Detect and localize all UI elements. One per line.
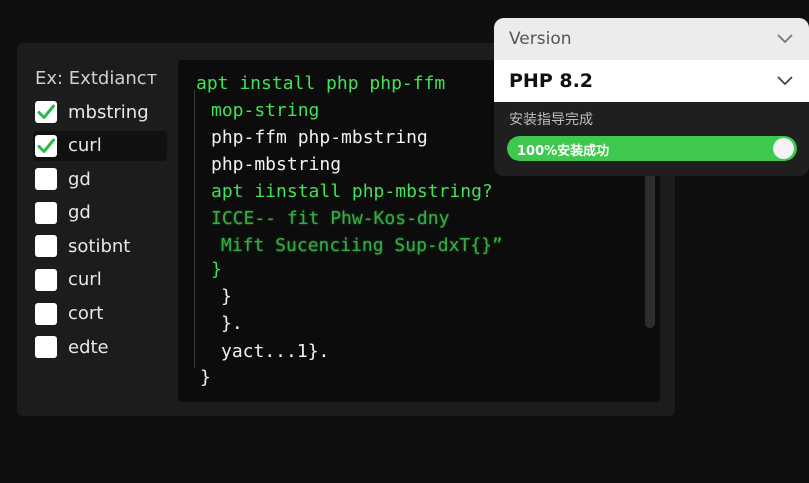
checkbox[interactable] — [35, 101, 57, 123]
terminal-line: apt iinstall php-mbstring? — [211, 181, 493, 202]
terminal-line: ICCE-- fit Phw-Kos-dny — [211, 208, 450, 229]
terminal-line: }. — [221, 313, 243, 334]
chevron-down-icon — [777, 34, 793, 43]
extensions-list: mbstring curl gd gd sotibnt curl cort ed… — [33, 97, 167, 366]
terminal-line: php-ffm php-mbstring — [211, 127, 428, 148]
terminal-line: apt install php php-ffm — [196, 73, 446, 94]
extension-item-mbstring[interactable]: mbstring — [33, 97, 167, 127]
toggle-knob[interactable] — [773, 138, 794, 159]
extension-item-edte[interactable]: edte — [33, 332, 167, 362]
terminal-line: } — [211, 259, 222, 280]
extension-item-curl[interactable]: curl — [33, 265, 167, 295]
terminal-line: Mift Sucenciing Sup-dxT{}” — [221, 235, 503, 256]
terminal-line: mop-string — [211, 100, 320, 121]
checkbox[interactable] — [35, 268, 57, 291]
extension-label: curl — [68, 135, 102, 157]
extension-label: gd — [68, 202, 91, 224]
version-header-label: Version — [509, 29, 572, 49]
chevron-down-icon — [777, 76, 793, 85]
terminal-line: yact...1}. — [221, 341, 330, 362]
check-icon — [37, 104, 55, 119]
version-header[interactable]: Version — [494, 18, 809, 60]
checkbox[interactable] — [35, 168, 57, 191]
indent-guide — [194, 90, 195, 368]
extension-item-cort[interactable]: cort — [33, 299, 167, 329]
extension-item-sotibnt[interactable]: sotibnt — [33, 231, 167, 261]
extension-label: mbstring — [68, 101, 149, 123]
extension-label: edte — [68, 336, 109, 358]
install-status-label: 安装指导完成 — [509, 112, 593, 128]
extension-label: curl — [68, 269, 102, 291]
terminal-line: } — [221, 286, 232, 307]
terminal-line: php-mbstring — [211, 154, 342, 175]
terminal-line: } — [200, 367, 211, 388]
extension-item-curl[interactable]: curl — [33, 130, 167, 161]
version-panel: Version PHP 8.2 安装指导完成 100%安装成功 — [494, 18, 809, 176]
checkbox[interactable] — [35, 302, 57, 325]
checkbox[interactable] — [35, 201, 57, 224]
extension-label: gd — [68, 168, 91, 190]
install-progress-toggle[interactable]: 100%安装成功 — [507, 136, 797, 161]
extension-item-gd[interactable]: gd — [33, 198, 167, 228]
extension-item-gd[interactable]: gd — [33, 164, 167, 194]
checkbox[interactable] — [35, 336, 57, 359]
checkbox[interactable] — [35, 235, 57, 258]
check-icon — [37, 138, 55, 153]
selected-version: PHP 8.2 — [509, 70, 594, 92]
progress-label: 100%安装成功 — [517, 144, 610, 159]
extension-label: sotibnt — [68, 235, 131, 257]
extension-label: cort — [68, 303, 104, 325]
terminal-scrollbar[interactable] — [645, 170, 655, 328]
checkbox[interactable] — [35, 134, 57, 157]
php-version-select[interactable]: PHP 8.2 — [494, 60, 809, 102]
extensions-title: Ex: Extdiancт — [35, 68, 158, 89]
